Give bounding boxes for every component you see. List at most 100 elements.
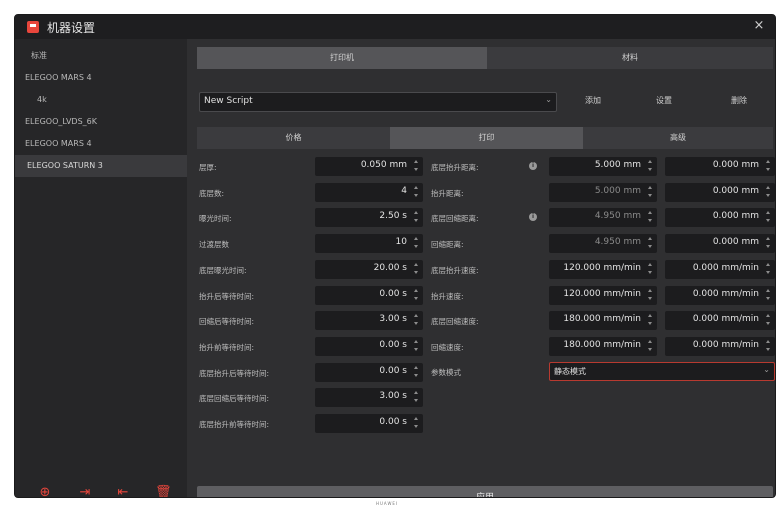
apply-button[interactable]: 应用 <box>197 486 773 497</box>
spinner-arrows-icon[interactable] <box>413 365 419 379</box>
print-param-field[interactable]: 4 <box>315 183 423 202</box>
tab-price[interactable]: 价格 <box>197 127 390 149</box>
spinner-arrows-icon[interactable] <box>647 339 653 353</box>
lift-param-field[interactable]: 5.000 mm <box>549 183 657 202</box>
print-param-field[interactable]: 20.00 s <box>315 260 423 279</box>
spinner-arrows-icon[interactable] <box>413 416 419 430</box>
spinner-arrows-icon[interactable] <box>413 185 419 199</box>
title-bar: 机器设置 × <box>15 15 775 39</box>
info-icon[interactable]: i <box>529 213 537 221</box>
print-param-field[interactable]: 3.00 s <box>315 311 423 330</box>
lift-param-field-value: 4.950 mm <box>594 211 641 221</box>
add-script-button[interactable]: 添加 <box>585 95 601 106</box>
lift-param-field[interactable]: 180.000 mm/min <box>549 311 657 330</box>
lift-param-field-second[interactable]: 0.000 mm/min <box>665 337 775 356</box>
script-settings-button[interactable]: 设置 <box>656 95 672 106</box>
print-param-field[interactable]: 0.00 s <box>315 286 423 305</box>
spinner-arrows-icon[interactable] <box>765 262 771 276</box>
print-param-label: 底层曝光时间: <box>199 266 247 275</box>
spinner-arrows-icon[interactable] <box>413 339 419 353</box>
script-select[interactable]: New Script ⌄ <box>199 92 557 112</box>
add-icon[interactable]: ⊕ <box>37 485 53 497</box>
spinner-arrows-icon[interactable] <box>765 210 771 224</box>
print-param-label: 曝光时间: <box>199 214 232 223</box>
spinner-arrows-icon[interactable] <box>765 288 771 302</box>
spinner-arrows-icon[interactable] <box>647 262 653 276</box>
tab-material[interactable]: 材料 <box>487 47 773 69</box>
sidebar-item[interactable]: ELEGOO_LVDS_6K <box>15 111 187 133</box>
lift-param-field-second[interactable]: 0.000 mm <box>665 157 775 176</box>
sidebar-item[interactable]: ELEGOO SATURN 3 <box>15 155 187 177</box>
spinner-arrows-icon[interactable] <box>765 339 771 353</box>
sidebar-item[interactable]: ELEGOO MARS 4 <box>15 67 187 89</box>
spinner-arrows-icon[interactable] <box>647 313 653 327</box>
lift-param-field[interactable]: 180.000 mm/min <box>549 337 657 356</box>
print-param-field[interactable]: 10 <box>315 234 423 253</box>
close-icon[interactable]: × <box>751 18 767 33</box>
print-param-label: 底层回缩后等待时间: <box>199 394 270 403</box>
sidebar-item[interactable]: 标准 <box>15 45 187 67</box>
print-param-field[interactable]: 0.00 s <box>315 414 423 433</box>
spinner-arrows-icon[interactable] <box>413 390 419 404</box>
lift-param-field-second-value: 0.000 mm/min <box>692 340 759 350</box>
lift-param-field-value: 180.000 mm/min <box>563 314 641 324</box>
lift-param-field-second[interactable]: 0.000 mm/min <box>665 260 775 279</box>
spinner-arrows-icon[interactable] <box>647 210 653 224</box>
lift-param-field-second-value: 0.000 mm/min <box>692 314 759 324</box>
lift-param-field-value: 180.000 mm/min <box>563 340 641 350</box>
lift-param-field-second[interactable]: 0.000 mm <box>665 183 775 202</box>
spinner-arrows-icon[interactable] <box>413 313 419 327</box>
spinner-arrows-icon[interactable] <box>413 262 419 276</box>
param-mode-value: 静态模式 <box>554 367 586 376</box>
print-param-field[interactable]: 0.050 mm <box>315 157 423 176</box>
spinner-arrows-icon[interactable] <box>765 159 771 173</box>
lift-param-field-second[interactable]: 0.000 mm <box>665 208 775 227</box>
print-param-label: 抬升后等待时间: <box>199 292 255 301</box>
lift-param-field[interactable]: 120.000 mm/min <box>549 286 657 305</box>
lift-param-field-value: 5.000 mm <box>594 186 641 196</box>
print-param-field[interactable]: 3.00 s <box>315 388 423 407</box>
lift-param-field-second[interactable]: 0.000 mm/min <box>665 286 775 305</box>
lift-param-field[interactable]: 120.000 mm/min <box>549 260 657 279</box>
spinner-arrows-icon[interactable] <box>413 210 419 224</box>
script-select-value: New Script <box>204 96 253 106</box>
spinner-arrows-icon[interactable] <box>413 159 419 173</box>
tab-print[interactable]: 打印 <box>390 127 583 149</box>
lift-param-field-value: 5.000 mm <box>594 160 641 170</box>
chevron-down-icon: ⌄ <box>545 95 552 104</box>
print-param-field[interactable]: 2.50 s <box>315 208 423 227</box>
import-icon[interactable]: ⇥ <box>77 485 93 497</box>
spinner-arrows-icon[interactable] <box>647 159 653 173</box>
delete-icon[interactable]: 🗑 <box>155 485 172 497</box>
tab-advanced[interactable]: 高级 <box>583 127 773 149</box>
lift-param-field-second[interactable]: 0.000 mm <box>665 234 775 253</box>
print-param-field[interactable]: 0.00 s <box>315 337 423 356</box>
lift-param-label: 底层抬升距离: <box>431 163 479 172</box>
spinner-arrows-icon[interactable] <box>647 236 653 250</box>
lift-param-field[interactable]: 4.950 mm <box>549 234 657 253</box>
lift-param-field-second-value: 0.000 mm/min <box>692 289 759 299</box>
sidebar-item[interactable]: 4k <box>15 89 187 111</box>
spinner-arrows-icon[interactable] <box>413 236 419 250</box>
spinner-arrows-icon[interactable] <box>765 185 771 199</box>
param-mode-select[interactable]: 静态模式 ⌄ <box>549 362 775 381</box>
tab-printer[interactable]: 打印机 <box>197 47 487 69</box>
delete-script-button[interactable]: 删除 <box>731 95 747 106</box>
print-param-label: 抬升前等待时间: <box>199 343 255 352</box>
sidebar-item[interactable]: ELEGOO MARS 4 <box>15 133 187 155</box>
lift-param-label: 抬升速度: <box>431 292 464 301</box>
lift-param-field-second[interactable]: 0.000 mm/min <box>665 311 775 330</box>
spinner-arrows-icon[interactable] <box>765 313 771 327</box>
lift-param-field[interactable]: 4.950 mm <box>549 208 657 227</box>
print-param-field[interactable]: 0.00 s <box>315 363 423 382</box>
export-icon[interactable]: ⇤ <box>115 485 131 497</box>
lift-param-field-second-value: 0.000 mm/min <box>692 263 759 273</box>
spinner-arrows-icon[interactable] <box>647 185 653 199</box>
lift-param-field[interactable]: 5.000 mm <box>549 157 657 176</box>
print-param-field-value: 3.00 s <box>379 391 407 401</box>
lift-param-label: 底层回缩距离: <box>431 214 479 223</box>
spinner-arrows-icon[interactable] <box>765 236 771 250</box>
info-icon[interactable]: i <box>529 162 537 170</box>
spinner-arrows-icon[interactable] <box>647 288 653 302</box>
spinner-arrows-icon[interactable] <box>413 288 419 302</box>
